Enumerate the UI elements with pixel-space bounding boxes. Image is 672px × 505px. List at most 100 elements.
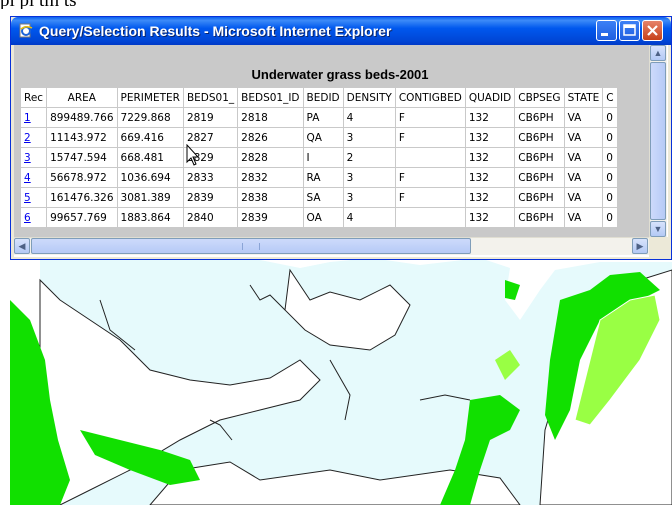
scroll-down-button[interactable]: ▼ [650, 221, 666, 237]
column-header-area: AREA [47, 88, 117, 107]
table-cell-state: VA [564, 108, 603, 127]
table-cell-bedid: RA [303, 168, 343, 187]
close-button[interactable] [642, 20, 663, 41]
results-table-title: Underwater grass beds-2001 [251, 67, 429, 82]
table-cell-contigbed: F [395, 128, 465, 147]
table-cell-quadid: 132 [465, 168, 515, 187]
page-header-fragment: pl pl tm ts [0, 0, 672, 9]
record-link[interactable]: 4 [24, 172, 31, 184]
record-link[interactable]: 2 [24, 132, 31, 144]
column-header-rec: Rec [21, 88, 47, 107]
table-cell-c: 0 [603, 128, 617, 147]
table-cell-quadid: 132 [465, 188, 515, 207]
table-cell-beds01: 2840 [183, 208, 238, 227]
query-results-window[interactable]: Query/Selection Results - Microsoft Inte… [10, 16, 672, 260]
ie-page-icon [19, 23, 33, 38]
minimize-button[interactable] [596, 20, 617, 41]
table-cell-cbpseg: CB6PH [515, 128, 564, 147]
maximize-icon [623, 24, 636, 36]
table-cell-c: 0 [603, 188, 617, 207]
table-cell-cbpseg: CB6PH [515, 168, 564, 187]
table-cell-rec: 1 [21, 108, 47, 127]
horizontal-scroll-thumb[interactable] [31, 238, 471, 254]
table-cell-contigbed: F [395, 108, 465, 127]
vertical-scroll-thumb[interactable] [650, 62, 666, 220]
column-header-density: DENSITY [343, 88, 395, 107]
mouse-cursor-icon [186, 144, 200, 166]
table-cell-state: VA [564, 168, 603, 187]
scroll-right-button[interactable]: ▶ [632, 238, 648, 254]
record-link[interactable]: 6 [24, 212, 31, 224]
table-cell-beds01: 2819 [183, 108, 238, 127]
maximize-button[interactable] [619, 20, 640, 41]
column-header-quadid: QUADID [465, 88, 515, 107]
table-cell-density: 3 [343, 188, 395, 207]
table-cell-rec: 4 [21, 168, 47, 187]
title-bar[interactable]: Query/Selection Results - Microsoft Inte… [11, 17, 671, 45]
table-cell-cbpseg: CB6PH [515, 208, 564, 227]
browser-content[interactable]: Underwater grass beds-2001 Rec AREA PERI… [14, 45, 668, 257]
scroll-grip-icon [242, 243, 260, 250]
table-cell-contigbed: F [395, 168, 465, 187]
table-row: 5 161476.326 3081.389 2839 2838 SA 3 F 132 CB6PH V… [21, 188, 617, 207]
table-cell-perimeter: 7229.868 [117, 108, 183, 127]
column-header-bedid: BEDID [303, 88, 343, 107]
table-cell-contigbed [395, 208, 465, 227]
table-cell-c: 0 [603, 208, 617, 227]
table-cell-bedid: I [303, 148, 343, 167]
horizontal-scrollbar[interactable]: ◀ ▶ [14, 237, 649, 255]
table-row: 4 56678.972 1036.694 2833 2832 RA 3 F 132 CB6PH VA… [21, 168, 617, 187]
record-link[interactable]: 5 [24, 192, 31, 204]
column-header-beds01: BEDS01_ [183, 88, 238, 107]
column-header-c: C [603, 88, 617, 107]
record-link[interactable]: 3 [24, 152, 31, 164]
table-cell-perimeter: 668.481 [117, 148, 183, 167]
table-cell-perimeter: 669.416 [117, 128, 183, 147]
table-cell-rec: 5 [21, 188, 47, 207]
table-cell-state: VA [564, 128, 603, 147]
table-cell-perimeter: 3081.389 [117, 188, 183, 207]
table-cell-beds01-id: 2818 [238, 108, 303, 127]
table-row: 2 11143.972 669.416 2827 2826 QA 3 F 132 CB6PH VA 0 [21, 128, 617, 147]
table-cell-quadid: 132 [465, 108, 515, 127]
table-cell-c: 0 [603, 148, 617, 167]
table-header-row: Rec AREA PERIMETER BEDS01_ BEDS01_ID BED… [21, 88, 617, 107]
table-cell-rec: 6 [21, 208, 47, 227]
record-link[interactable]: 1 [24, 112, 31, 124]
table-cell-density: 4 [343, 208, 395, 227]
vertical-scrollbar[interactable]: ▲ ▼ [649, 45, 667, 237]
table-cell-quadid: 132 [465, 128, 515, 147]
minimize-icon [601, 33, 608, 36]
table-cell-cbpseg: CB6PH [515, 108, 564, 127]
table-cell-density: 4 [343, 108, 395, 127]
scroll-left-button[interactable]: ◀ [14, 238, 30, 254]
column-header-perimeter: PERIMETER [117, 88, 183, 107]
table-cell-area: 899489.766 [47, 108, 117, 127]
table-cell-density: 2 [343, 148, 395, 167]
results-panel: Underwater grass beds-2001 Rec AREA PERI… [14, 45, 649, 237]
table-cell-area: 99657.769 [47, 208, 117, 227]
table-row: 3 15747.594 668.481 2829 2828 I 2 132 CB6PH VA 0 [21, 148, 617, 167]
table-cell-cbpseg: CB6PH [515, 188, 564, 207]
table-cell-beds01-id: 2826 [238, 128, 303, 147]
table-cell-beds01-id: 2832 [238, 168, 303, 187]
column-header-beds01-id: BEDS01_ID [238, 88, 303, 107]
table-cell-perimeter: 1036.694 [117, 168, 183, 187]
scroll-up-button[interactable]: ▲ [650, 45, 666, 61]
chevron-up-icon: ▲ [653, 48, 663, 58]
table-cell-c: 0 [603, 108, 617, 127]
chevron-right-icon: ▶ [636, 241, 644, 251]
table-cell-beds01-id: 2839 [238, 208, 303, 227]
scrollbar-corner [649, 237, 668, 257]
close-icon [647, 25, 658, 36]
table-cell-area: 56678.972 [47, 168, 117, 187]
table-cell-state: VA [564, 208, 603, 227]
table-cell-bedid: SA [303, 188, 343, 207]
chevron-down-icon: ▼ [653, 224, 663, 234]
table-cell-state: VA [564, 148, 603, 167]
table-cell-beds01: 2833 [183, 168, 238, 187]
table-cell-perimeter: 1883.864 [117, 208, 183, 227]
table-cell-beds01: 2839 [183, 188, 238, 207]
table-cell-quadid: 132 [465, 148, 515, 167]
table-cell-bedid: PA [303, 108, 343, 127]
